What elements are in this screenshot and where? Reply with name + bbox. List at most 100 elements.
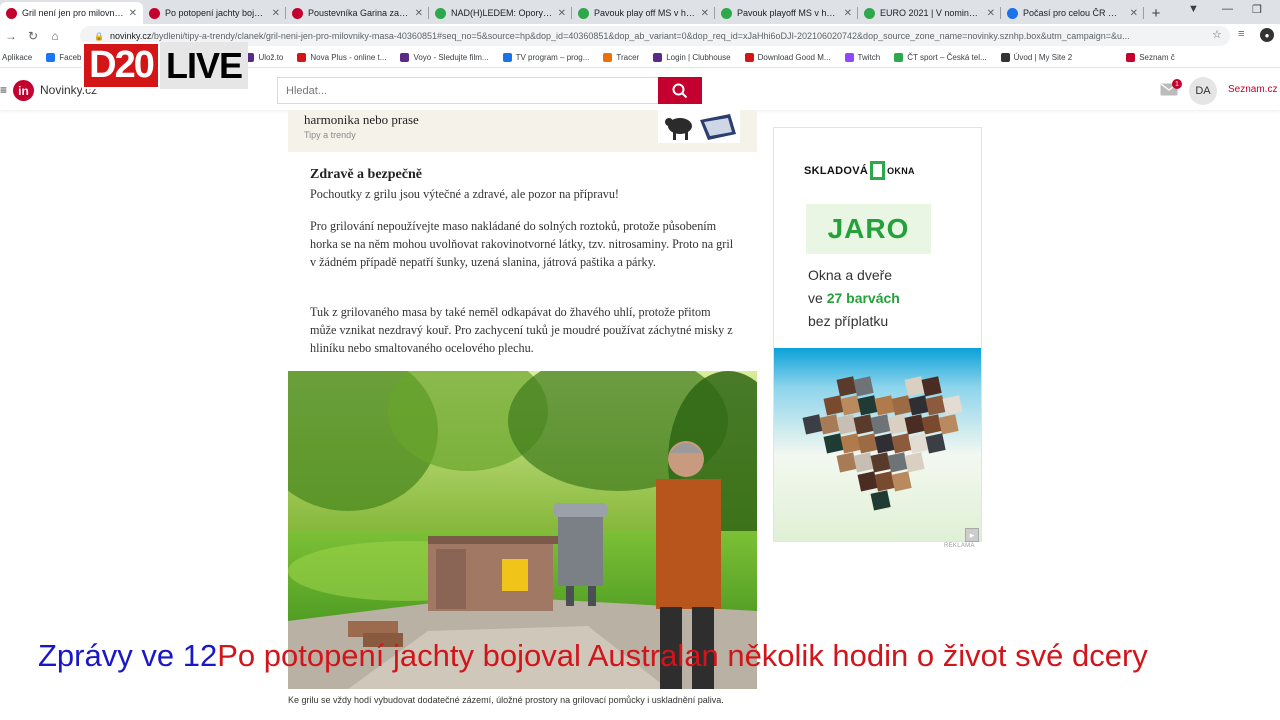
logo-live: LIVE (160, 42, 248, 89)
bookmark-item[interactable]: Download Good M... (744, 53, 831, 62)
ticker-label: Zprávy ve 12 (38, 638, 218, 673)
reading-list-icon[interactable]: ≡ (1238, 28, 1244, 40)
browser-tab[interactable]: Pavouk playoff MS v hoke ✕ (715, 2, 858, 24)
browser-tab[interactable]: Pavouk play off MS v hoke ✕ (572, 2, 715, 24)
ad-brand-right: OKNA (887, 165, 915, 176)
color-swatch (891, 395, 912, 416)
article-paragraph-1: Pro grilování nepoužívejte maso nakládan… (310, 219, 734, 269)
color-swatch (853, 414, 874, 435)
browser-tab[interactable]: Poustevníka Garina zachrán ✕ (286, 2, 429, 24)
bookmark-favicon-icon (653, 53, 663, 62)
bookmark-favicon-icon (603, 53, 613, 62)
bookmark-item[interactable]: Úvod | My Site 2 (1000, 53, 1072, 62)
novinky-icon (6, 7, 17, 19)
close-icon[interactable]: ✕ (558, 8, 566, 19)
bookmark-item[interactable]: Login | Clubhouse (653, 53, 731, 62)
color-swatch (836, 414, 857, 435)
color-swatch (870, 414, 891, 435)
novinky-logo-icon[interactable]: in (13, 80, 34, 101)
color-swatch (836, 452, 857, 473)
tab-title: EURO 2021 | V nominaci fi (880, 8, 983, 18)
bookmark-favicon-icon (400, 53, 410, 62)
ad-line-1: Okna a dveře (808, 267, 893, 283)
color-swatch (874, 395, 895, 416)
ad-line-2-pre: ve (808, 290, 827, 306)
back-icon[interactable]: → (0, 29, 22, 43)
ct-icon (1007, 7, 1018, 19)
bookmark-item[interactable]: Ulož.to (245, 53, 283, 62)
color-swatch (942, 395, 963, 416)
bookmark-favicon-icon (502, 53, 512, 62)
ad-label: REKLAMA (944, 543, 975, 549)
search-input[interactable] (277, 77, 658, 104)
bookmark-label: Twitch (857, 53, 881, 62)
search-button[interactable] (658, 77, 702, 104)
color-swatch (908, 395, 929, 416)
bookmark-item[interactable]: Voyo - Sledujte film... (400, 53, 489, 62)
bookmark-item[interactable]: Seznam č (1126, 53, 1175, 62)
bookmark-star-icon[interactable]: ☆ (1212, 28, 1222, 41)
color-swatch (908, 433, 929, 454)
color-swatch (921, 414, 942, 435)
close-icon[interactable]: ✕ (1130, 8, 1138, 19)
color-swatch (921, 376, 942, 397)
close-icon[interactable]: ✕ (272, 8, 280, 19)
tab-search-icon[interactable]: ▼ (1188, 3, 1199, 15)
close-icon[interactable]: ✕ (129, 8, 137, 19)
color-swatch (887, 452, 908, 473)
color-swatch-heart-image (802, 376, 963, 511)
close-icon[interactable]: ✕ (844, 8, 852, 19)
browser-tab[interactable]: EURO 2021 | V nominaci fi ✕ (858, 2, 1001, 24)
menu-icon[interactable]: ≡ (0, 83, 7, 97)
browser-tab[interactable]: Po potopení jachty bojoval ✕ (143, 2, 286, 24)
ad-line-2: ve 27 barvách (808, 290, 900, 306)
bookmark-favicon-icon (744, 53, 754, 62)
minimize-icon[interactable]: — (1222, 3, 1233, 15)
profile-icon[interactable]: ● (1260, 28, 1274, 42)
bookmark-label: Seznam č (1139, 53, 1175, 62)
color-swatch (904, 452, 925, 473)
bookmark-item[interactable]: Aplikace (2, 53, 32, 62)
bookmark-item[interactable]: Tracer (603, 53, 639, 62)
tab-title: Pavouk play off MS v hoke (594, 8, 697, 18)
d20-live-logo: D20 LIVE (82, 42, 248, 89)
bookmark-label: ČT sport – Česká tel... (907, 53, 987, 62)
seznam-link[interactable]: Seznam.cz (1228, 84, 1277, 95)
bookmark-item[interactable]: Faceb (46, 53, 81, 62)
close-icon[interactable]: ✕ (701, 8, 709, 19)
adchoices-icon[interactable]: ▸ (965, 528, 979, 542)
browser-tab[interactable]: NAD(H)LEDEM: Opory odp ✕ (429, 2, 572, 24)
mail-count-badge: 1 (1172, 79, 1182, 89)
bookmark-label: Tracer (616, 53, 640, 62)
close-icon[interactable]: ✕ (415, 8, 423, 19)
bookmark-item[interactable]: TV program – prog... (502, 53, 590, 62)
color-swatch (840, 395, 861, 416)
close-icon[interactable]: ✕ (987, 8, 995, 19)
ball-icon (721, 7, 732, 19)
reload-icon[interactable]: ↻ (22, 29, 44, 43)
color-swatch (853, 452, 874, 473)
tip-title: harmonika nebo prase (304, 112, 419, 127)
article-lead: Pochoutky z grilu jsou výtečné a zdravé,… (310, 187, 619, 201)
bookmark-label: TV program – prog... (515, 53, 590, 62)
url-host: novinky.cz (109, 31, 152, 41)
url-field[interactable]: 🔒 novinky.cz/bydleni/tipy-a-trendy/clane… (80, 26, 1230, 46)
ad-line-2-highlight: 27 barvách (826, 290, 900, 306)
browser-tab-strip: Gril není jen pro milovníky ✕ Po potopení … (0, 0, 1280, 24)
color-swatch (904, 376, 925, 397)
ad-brand-logo: SKLADOVÁ OKNA (804, 161, 915, 180)
bookmark-item[interactable]: Nova Plus - online t... (297, 53, 386, 62)
related-tip-card[interactable]: harmonika nebo prase Tipy a trendy (288, 110, 757, 152)
new-tab-icon[interactable]: + (1144, 2, 1168, 24)
ad-background-image (774, 348, 981, 541)
restore-icon[interactable]: ❐ (1252, 3, 1262, 16)
home-icon[interactable]: ⌂ (44, 29, 66, 43)
advertisement-banner[interactable]: SKLADOVÁ OKNA JARO Okna a dveře ve 27 ba… (773, 127, 982, 542)
browser-tab[interactable]: Gril není jen pro milovníky ✕ (0, 2, 143, 24)
color-swatch (857, 395, 878, 416)
browser-tab[interactable]: Počasí pro celou ČR — ČT ✕ (1001, 2, 1144, 24)
color-swatch (891, 471, 912, 492)
avatar[interactable]: DA (1189, 77, 1217, 105)
bookmark-item[interactable]: Twitch (844, 53, 881, 62)
bookmark-item[interactable]: ČT sport – Česká tel... (894, 53, 987, 62)
